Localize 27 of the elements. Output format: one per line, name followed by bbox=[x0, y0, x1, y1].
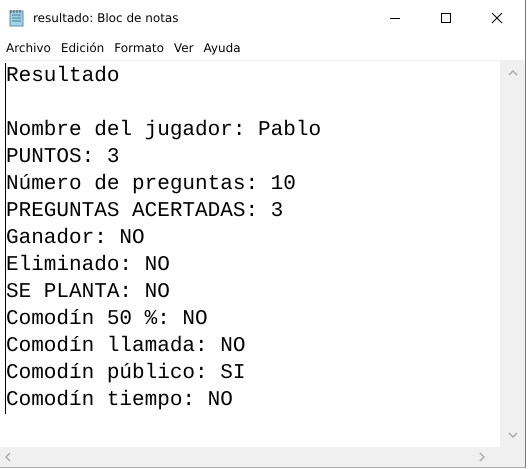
scroll-up-icon[interactable] bbox=[508, 70, 518, 76]
close-icon bbox=[491, 12, 503, 24]
document-heading: Resultado bbox=[6, 64, 120, 90]
text-line: Comodín llamada: NO bbox=[6, 334, 246, 360]
text-line: Ganador: NO bbox=[6, 226, 145, 252]
menu-item[interactable]: Ayuda bbox=[200, 41, 246, 55]
text-line: Comodín tiempo: NO bbox=[6, 388, 233, 414]
scroll-left-icon[interactable] bbox=[5, 452, 11, 462]
window-title: resultado: Bloc de notas bbox=[33, 11, 180, 25]
menu-item[interactable]: Ver bbox=[170, 41, 199, 55]
text-line: Nombre del jugador: Pablo bbox=[6, 118, 322, 144]
menu-item[interactable]: Edición bbox=[56, 41, 110, 55]
horizontal-scrollbar[interactable] bbox=[0, 447, 525, 467]
menu-item[interactable]: Formato bbox=[110, 41, 169, 55]
notepad-icon bbox=[8, 9, 26, 27]
text-line: PUNTOS: 3 bbox=[6, 145, 120, 171]
text-line: Número de preguntas: 10 bbox=[6, 172, 296, 198]
maximize-icon bbox=[440, 12, 452, 24]
vertical-scrollbar[interactable] bbox=[500, 61, 525, 447]
scroll-down-icon[interactable] bbox=[508, 432, 518, 438]
text-line: Comodín público: SI bbox=[6, 361, 246, 387]
text-line: PREGUNTAS ACERTADAS: 3 bbox=[6, 199, 284, 225]
text-line: Comodín 50 %: NO bbox=[6, 307, 208, 333]
text-line: Eliminado: NO bbox=[6, 253, 170, 279]
scroll-right-icon[interactable] bbox=[479, 452, 485, 462]
menu-item[interactable]: Archivo bbox=[2, 41, 56, 55]
text-line: SE PLANTA: NO bbox=[6, 280, 170, 306]
